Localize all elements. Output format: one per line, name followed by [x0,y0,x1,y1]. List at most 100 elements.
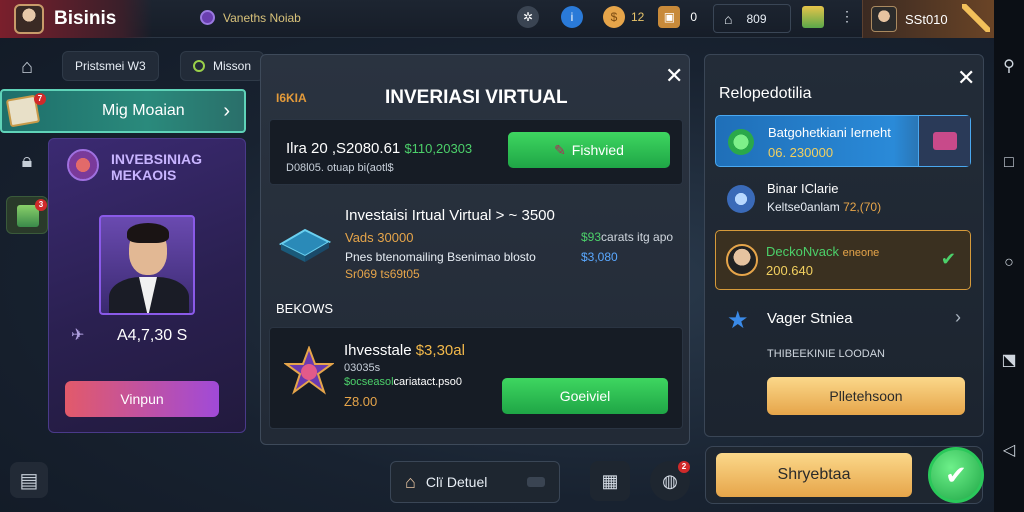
summary-main: Ilra 20 ,S2080.61 [286,140,401,157]
bonus-title: Ihvesstale $3,30al [344,342,465,359]
item-blue-value: $3,080 [581,250,618,264]
star-icon: ★ [727,307,749,334]
chevron-right-icon: › [955,307,961,327]
virtual-investment-modal: I6KIA INVERIASI VIRTUAL ✕ Ilra 20 ,S2080… [260,54,690,445]
item-bottom: Sr069 ts69t05 [345,267,420,281]
confirm-check-icon[interactable]: ✔ [928,447,984,503]
item1-title: Batgohetkiani Ierneht [768,125,891,140]
bonus-title-orange: $3,30al [415,342,465,359]
plletehsoon-button[interactable]: Plletehsoon [767,377,965,415]
paper-plane-icon: ✈ [71,327,85,344]
calendar-icon[interactable]: ▦ [590,461,630,501]
card-title: INVEBSINIAG MEKAOIS [111,151,202,183]
recommendation-item-1[interactable]: Batgohetkiani Ierneht 06. 230000 [715,115,971,167]
bonus-line: $ocseasolcariatact.pso0 [344,376,462,388]
tab-pristsmei-label: Pristsmei W3 [75,59,146,73]
home-circle-icon[interactable]: ○ [1000,254,1018,272]
home-icon[interactable]: ⌂ [12,52,42,82]
rail-badge: 3 [35,199,47,211]
panel-title: Relopedotilia [719,85,812,102]
settings-icon[interactable]: ✲ [517,6,539,28]
person-avatar [726,244,758,276]
building-icon: ⌂ [405,471,416,492]
bonus-sub: 03035s [344,362,381,374]
fishvied-label: Fishvied [571,142,624,158]
info-icon[interactable]: i [561,6,583,28]
panel-close-icon[interactable]: ✕ [957,67,975,89]
tab-mission[interactable]: Misson [180,51,265,81]
back-icon[interactable]: ◁ [1000,442,1018,460]
nav-mig-label: Mig Moaian [102,102,185,119]
check-icon: ✔ [940,249,956,269]
profile-name: SSt010 [905,11,948,27]
nav-mig-moaian[interactable]: 7 Mig Moaian › [0,89,246,133]
summary-green: $110,20303 [404,141,473,156]
profile-avatar [871,6,897,32]
globe-icon[interactable]: ◍ 2 [650,461,690,501]
coin-count: 12 [631,10,645,24]
sword-icon [962,4,990,32]
item-title: Investaisi Irtual Virtual > ~ 3500 [345,207,555,224]
home-counter[interactable]: ⌂ 809 [713,4,791,33]
green-orb-icon [728,129,754,155]
toggle-indicator [527,477,545,487]
top-icon-group: ✲ i $ 12 ▣ 0 [517,6,697,28]
bonus-item-row: Ihvesstale $3,30al 03035s $ocseasolcaria… [269,327,683,429]
project-icon [200,10,215,25]
modal-tag: I6KIA [276,91,307,105]
vinpun-button[interactable]: Vinpun [65,381,219,417]
recents-icon[interactable]: □ [1000,154,1018,172]
bonus-amount: Z8.00 [344,394,378,409]
recommendation-item-3[interactable]: DeckoNvack eneone 200.640 ✔ [715,230,971,290]
star-badge-icon [284,346,334,395]
item4-title: Vager Stniea [767,310,853,327]
project-name[interactable]: Vaneths Noiab [200,10,301,25]
bonus-rest: cariatact.pso0 [393,376,463,388]
summary-line: Ilra 20 ,S2080.61 $110,20303 [286,140,472,157]
coin-icon: $ [603,6,625,28]
rail-chart-button[interactable]: 3 [6,196,48,234]
investment-summary-row: Ilra 20 ,S2080.61 $110,20303 D08l05. otu… [269,119,683,185]
investor-portrait [99,215,195,315]
fishvied-button[interactable]: ✎ Fishvied [508,132,670,168]
profile-box[interactable]: SSt010 [862,0,994,38]
brush-icon: ✎ [554,141,566,158]
recommendation-item-4[interactable]: ★ Vager Stniea › [715,298,971,338]
gem-count: 0 [690,10,698,24]
investment-card: INVEBSINIAG MEKAOIS ✈ A4,7,30 S Vinpun [48,138,246,433]
goeiviel-button[interactable]: Goeiviel [502,378,668,414]
assistant-icon[interactable]: ⚲ [1000,58,1018,76]
panel-caption: THIBEEKINIE LOODAN [767,348,885,360]
project-label: Vaneths Noiab [223,10,301,25]
item3-title-orange: eneone [842,247,880,259]
chevron-right-icon: › [223,99,230,122]
blue-orb-icon [727,185,755,213]
item3-title: DeckoNvack eneone [766,244,879,259]
item2-sub: Keltse0anlam 72,(70) [767,200,881,214]
more-icon[interactable]: ⋮ [840,8,854,25]
item3-title-main: DeckoNvack [766,244,839,259]
screenshot-icon[interactable]: ⬔ [1000,352,1018,370]
modal-title: INVERIASI VIRTUAL [385,87,568,108]
nav-badge: 7 [34,93,46,105]
recommendation-item-2[interactable]: Binar IClarie Keltse0anlam 72,(70) [715,175,971,223]
item2-title: Binar IClarie [767,181,839,196]
bonus-green: $ocseasol [344,376,394,388]
close-icon[interactable]: ✕ [665,65,683,87]
flag-icon[interactable] [802,6,824,28]
lock-icon[interactable]: 🔒︎ [12,146,42,176]
detail-button[interactable]: ⌂ Clï Detuel [390,461,560,503]
wallet-icon [932,132,957,150]
item-right-rest: carats itg apo [601,230,674,244]
item3-value: 200.640 [766,263,813,278]
chest-icon[interactable]: ▣ [658,6,681,28]
shop-icon[interactable]: ▤ [10,462,48,498]
android-nav-bar: ⚲ □ ○ ⬔ ◁ [994,0,1024,512]
item1-action[interactable] [918,116,970,166]
shryebtaa-button[interactable]: Shryebtaa [716,453,912,497]
recommendations-panel: Relopedotilia ✕ Batgohetkiani Ierneht 06… [704,54,984,437]
tab-pristsmei[interactable]: Pristsmei W3 [62,51,159,81]
item1-value: 06. 230000 [768,145,834,160]
brand[interactable]: Bisinis [0,0,152,38]
item2-sub-main: Keltse0anlam [767,200,840,214]
